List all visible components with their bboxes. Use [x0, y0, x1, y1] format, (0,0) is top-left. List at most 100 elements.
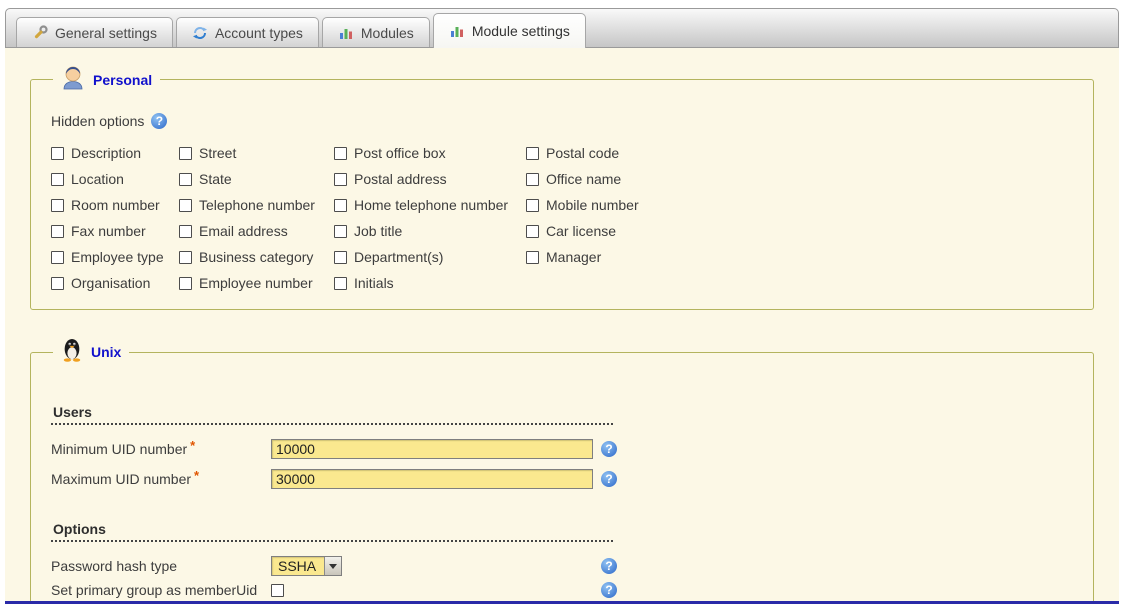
- option-label: Street: [199, 145, 236, 161]
- checkbox[interactable]: [334, 173, 347, 186]
- hidden-option-manager[interactable]: Manager: [526, 249, 1075, 265]
- minimum-uid-row: Minimum UID number *: [51, 439, 1075, 459]
- member-uid-checkbox[interactable]: [271, 584, 284, 597]
- help-icon[interactable]: [601, 582, 617, 598]
- option-label: Employee number: [199, 275, 313, 291]
- tab-label: General settings: [55, 25, 157, 41]
- modules-icon: [338, 25, 354, 41]
- maximum-uid-label: Maximum UID number: [51, 471, 191, 487]
- option-label: State: [199, 171, 232, 187]
- option-label: Home telephone number: [354, 197, 508, 213]
- tab-label: Modules: [361, 25, 414, 41]
- hidden-option-organisation[interactable]: Organisation: [51, 275, 179, 291]
- help-icon[interactable]: [151, 113, 167, 129]
- checkbox[interactable]: [179, 251, 192, 264]
- unix-fieldset: Unix Users Minimum UID number * Maximum …: [30, 336, 1094, 604]
- hidden-option-description[interactable]: Description: [51, 145, 179, 161]
- help-icon[interactable]: [601, 558, 617, 574]
- tab-account-types[interactable]: Account types: [176, 17, 319, 47]
- minimum-uid-input[interactable]: [271, 439, 593, 459]
- hidden-option-mobile-number[interactable]: Mobile number: [526, 197, 1075, 213]
- checkbox[interactable]: [334, 225, 347, 238]
- checkbox[interactable]: [334, 251, 347, 264]
- maximum-uid-label-cell: Maximum UID number *: [51, 471, 271, 487]
- checkbox[interactable]: [179, 173, 192, 186]
- minimum-uid-label: Minimum UID number: [51, 441, 187, 457]
- hidden-option-employee-type[interactable]: Employee type: [51, 249, 179, 265]
- hidden-option-postal-code[interactable]: Postal code: [526, 145, 1075, 161]
- checkbox[interactable]: [526, 173, 539, 186]
- checkbox[interactable]: [179, 277, 192, 290]
- checkbox[interactable]: [51, 225, 64, 238]
- password-hash-select[interactable]: SSHA: [271, 556, 342, 576]
- option-label: Department(s): [354, 249, 443, 265]
- hidden-option-location[interactable]: Location: [51, 171, 179, 187]
- hidden-option-departments[interactable]: Department(s): [334, 249, 526, 265]
- tab-general-settings[interactable]: General settings: [16, 17, 173, 47]
- hidden-option-postal-address[interactable]: Postal address: [334, 171, 526, 187]
- option-label: Postal code: [546, 145, 619, 161]
- checkbox[interactable]: [526, 147, 539, 160]
- maximum-uid-row: Maximum UID number *: [51, 469, 1075, 489]
- checkbox[interactable]: [51, 277, 64, 290]
- hidden-option-job-title[interactable]: Job title: [334, 223, 526, 239]
- hidden-option-telephone-number[interactable]: Telephone number: [179, 197, 334, 213]
- option-label: Manager: [546, 249, 601, 265]
- tux-penguin-icon: [61, 336, 83, 368]
- tab-label: Account types: [215, 25, 303, 41]
- hidden-option-office-name[interactable]: Office name: [526, 171, 1075, 187]
- password-hash-ctrl: SSHA: [271, 556, 601, 576]
- refresh-icon: [192, 25, 208, 41]
- hidden-option-state[interactable]: State: [179, 171, 334, 187]
- checkbox[interactable]: [526, 199, 539, 212]
- checkbox[interactable]: [51, 147, 64, 160]
- maximum-uid-input[interactable]: [271, 469, 593, 489]
- checkbox[interactable]: [334, 147, 347, 160]
- personal-fieldset: Personal Hidden options Description Stre…: [30, 64, 1094, 310]
- users-section-heading: Users: [51, 404, 613, 425]
- option-label: Job title: [354, 223, 402, 239]
- hidden-option-email-address[interactable]: Email address: [179, 223, 334, 239]
- option-label: Description: [71, 145, 141, 161]
- hidden-option-room-number[interactable]: Room number: [51, 197, 179, 213]
- checkbox[interactable]: [334, 199, 347, 212]
- option-label: Initials: [354, 275, 394, 291]
- hidden-option-employee-number[interactable]: Employee number: [179, 275, 334, 291]
- checkbox[interactable]: [334, 277, 347, 290]
- option-label: Employee type: [71, 249, 164, 265]
- hidden-options-row: Hidden options: [51, 113, 1075, 129]
- option-label: Room number: [71, 197, 160, 213]
- hidden-option-street[interactable]: Street: [179, 145, 334, 161]
- hidden-option-initials[interactable]: Initials: [334, 275, 526, 291]
- checkbox[interactable]: [51, 251, 64, 264]
- password-hash-label: Password hash type: [51, 558, 271, 574]
- option-label: Telephone number: [199, 197, 315, 213]
- minimum-uid-label-cell: Minimum UID number *: [51, 441, 271, 457]
- hidden-option-post-office-box[interactable]: Post office box: [334, 145, 526, 161]
- checkbox[interactable]: [179, 199, 192, 212]
- checkbox[interactable]: [526, 225, 539, 238]
- help-icon[interactable]: [601, 441, 617, 457]
- tab-bar: General settings Account types: [5, 8, 1119, 48]
- minimum-uid-ctrl: [271, 439, 601, 459]
- hidden-options-label: Hidden options: [51, 113, 144, 129]
- checkbox[interactable]: [51, 199, 64, 212]
- hidden-option-fax-number[interactable]: Fax number: [51, 223, 179, 239]
- option-label: Business category: [199, 249, 313, 265]
- unix-legend-label: Unix: [91, 344, 121, 360]
- member-uid-ctrl: [271, 584, 601, 597]
- hidden-option-car-license[interactable]: Car license: [526, 223, 1075, 239]
- checkbox[interactable]: [179, 225, 192, 238]
- module-settings-content: Personal Hidden options Description Stre…: [5, 48, 1119, 604]
- hidden-option-home-telephone-number[interactable]: Home telephone number: [334, 197, 526, 213]
- tab-module-settings[interactable]: Module settings: [433, 13, 586, 48]
- checkbox[interactable]: [179, 147, 192, 160]
- checkbox[interactable]: [51, 173, 64, 186]
- unix-legend: Unix: [53, 336, 129, 368]
- tab-modules[interactable]: Modules: [322, 17, 430, 47]
- checkbox[interactable]: [526, 251, 539, 264]
- hidden-option-business-category[interactable]: Business category: [179, 249, 334, 265]
- chevron-down-icon[interactable]: [324, 557, 341, 575]
- help-icon[interactable]: [601, 471, 617, 487]
- option-label: Location: [71, 171, 124, 187]
